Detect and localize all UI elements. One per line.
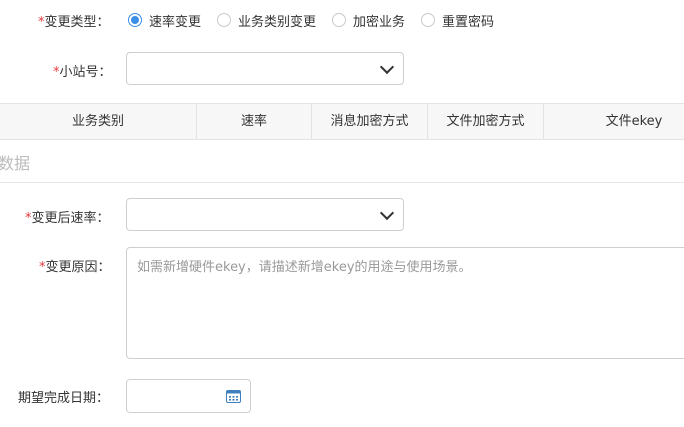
column-header-rate[interactable]: 速率 <box>197 104 312 139</box>
radio-rate-change[interactable]: 速率变更 <box>128 11 201 30</box>
column-header-business-category[interactable]: 业务类别 <box>0 104 197 139</box>
radio-unchecked-icon[interactable] <box>217 13 232 27</box>
radio-encryption-service[interactable]: 加密业务 <box>332 11 405 30</box>
change-type-radio-group: 速率变更 业务类别变更 加密业务 重置密码 <box>128 10 510 30</box>
change-type-label: *变更类型： <box>38 15 110 30</box>
radio-label: 速率变更 <box>149 14 202 30</box>
section-divider <box>0 182 684 183</box>
business-table-header: 业务类别 速率 消息加密方式 文件加密方式 文件ekey <box>0 103 684 140</box>
radio-label: 加密业务 <box>353 14 406 30</box>
calendar-icon[interactable] <box>226 389 241 403</box>
column-header-message-encryption[interactable]: 消息加密方式 <box>312 104 428 139</box>
new-rate-label: *变更后速率： <box>25 211 110 226</box>
radio-unchecked-icon[interactable] <box>421 13 436 27</box>
radio-label: 重置密码 <box>442 14 495 30</box>
radio-label: 业务类别变更 <box>238 14 317 30</box>
column-header-file-encryption[interactable]: 文件加密方式 <box>428 104 544 139</box>
new-rate-select[interactable] <box>126 198 404 231</box>
station-label: *小站号： <box>53 65 112 80</box>
expected-date-label: 期望完成日期： <box>18 391 110 406</box>
radio-checked-icon[interactable] <box>128 13 142 27</box>
radio-business-category-change[interactable]: 业务类别变更 <box>217 11 316 30</box>
chevron-down-icon <box>379 59 395 75</box>
column-header-file-ekey[interactable]: 文件ekey <box>544 104 684 139</box>
reason-label: *变更原因： <box>39 260 111 275</box>
section-title: 数据 <box>0 154 31 173</box>
radio-reset-password[interactable]: 重置密码 <box>421 11 494 30</box>
reason-textarea[interactable] <box>126 247 684 359</box>
station-select[interactable] <box>126 52 404 85</box>
radio-unchecked-icon[interactable] <box>332 13 347 27</box>
expected-date-input[interactable] <box>126 379 251 413</box>
chevron-down-icon <box>379 205 395 221</box>
